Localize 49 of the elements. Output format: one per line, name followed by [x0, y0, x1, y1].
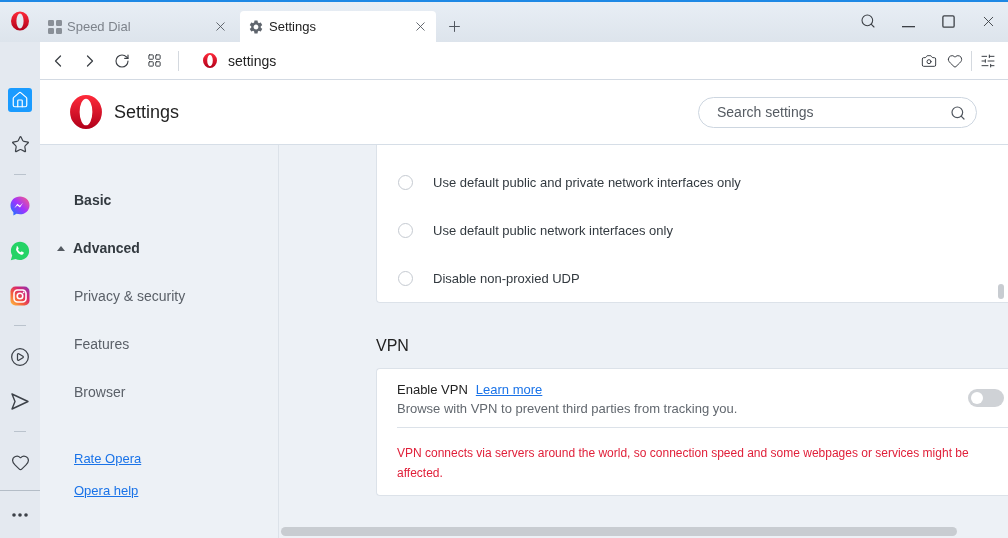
radio-button[interactable]: [398, 222, 413, 238]
browser-tab[interactable]: Settings: [240, 11, 436, 42]
star-icon: [10, 135, 30, 154]
setting-title: Enable VPN: [397, 381, 468, 397]
camera-app-icon: [10, 285, 30, 306]
lightning-chat-icon: [10, 195, 30, 216]
toggle-switch[interactable]: [968, 389, 1004, 407]
text-link[interactable]: Rate Opera: [74, 450, 142, 466]
search-icon: [860, 13, 876, 29]
o-logo-icon: [11, 11, 29, 31]
nav-item[interactable]: Browser: [74, 384, 126, 400]
minimize-icon: [901, 26, 915, 28]
warning-text: VPN connects via servers around the world, so connection speed and some webpages or services might be affected.: [397, 445, 970, 482]
heart-icon: [947, 52, 963, 69]
search-icon: [950, 104, 966, 121]
sliders-icon: [980, 52, 996, 69]
browser-tab[interactable]: Speed Dial: [40, 11, 236, 42]
option-label: Use default public and private network interfaces only: [433, 174, 741, 190]
gear-icon: [248, 18, 264, 35]
camera-icon: [921, 52, 937, 69]
grid-icon: [146, 53, 162, 68]
nav-item[interactable]: Features: [74, 336, 130, 352]
option-label: Use default public network interfaces only: [433, 222, 673, 238]
heart-icon: [10, 453, 30, 472]
radio-button[interactable]: [398, 270, 413, 286]
send-icon: [11, 393, 29, 410]
page-title: Settings: [114, 101, 180, 123]
ellipsis-icon: [12, 512, 28, 517]
text-link[interactable]: Opera help: [74, 482, 139, 498]
o-logo-icon: [70, 95, 102, 129]
setting-description: Browse with VPN to prevent third parties from tracking you.: [397, 400, 738, 418]
section-heading: VPN: [376, 336, 409, 356]
nav-item[interactable]: Basic: [74, 192, 112, 208]
home-icon: [11, 90, 29, 109]
maximize-icon: [940, 13, 956, 29]
play-circle-icon: [10, 346, 30, 367]
o-logo-icon: [203, 53, 217, 68]
scrollbar-thumb[interactable]: [998, 284, 1004, 299]
option-label: Disable non-proxied UDP: [433, 270, 580, 286]
nav-item[interactable]: Privacy & security: [74, 288, 186, 304]
search-field[interactable]: Search settings: [698, 96, 977, 128]
grid-icon: [48, 19, 62, 34]
phone-chat-icon: [10, 240, 30, 261]
address-field[interactable]: settings: [228, 52, 277, 69]
nav-item[interactable]: Advanced: [73, 240, 140, 256]
reload-icon: [114, 52, 130, 69]
text-link[interactable]: Learn more: [475, 381, 543, 397]
scrollbar-thumb[interactable]: [281, 527, 957, 536]
radio-button[interactable]: [398, 174, 413, 190]
